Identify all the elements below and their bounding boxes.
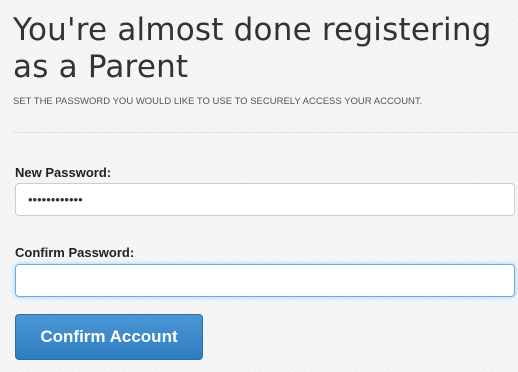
- page-title: You're almost done registering as a Pare…: [13, 12, 492, 85]
- section-divider: [13, 132, 518, 133]
- registration-form-panel: You're almost done registering as a Pare…: [13, 0, 518, 372]
- confirm-account-button[interactable]: Confirm Account: [15, 314, 203, 360]
- confirm-password-label: Confirm Password:: [15, 245, 135, 260]
- new-password-input[interactable]: [15, 183, 515, 216]
- page-subtitle: SET THE PASSWORD YOU WOULD LIKE TO USE T…: [13, 96, 423, 107]
- confirm-password-input[interactable]: [15, 264, 515, 297]
- new-password-label: New Password:: [15, 165, 112, 180]
